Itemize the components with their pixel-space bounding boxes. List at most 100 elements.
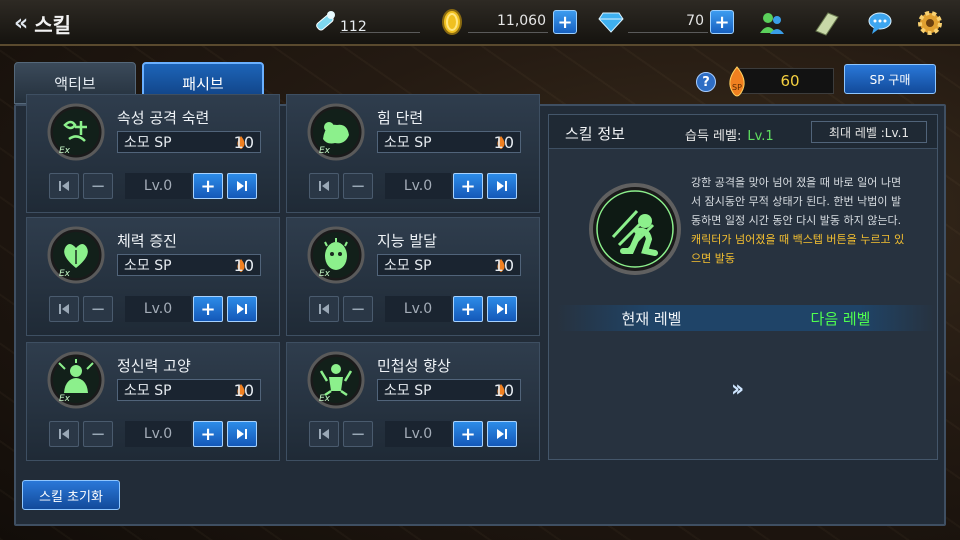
skill-card[interactable]: Ex 민첩성 향상소모 SP 10 − Lv.0 + (286, 342, 540, 461)
skill-description: 강한 공격을 맞아 넘어 졌을 때 바로 일어 나면 서 잠시동안 무적 상태가… (691, 173, 929, 268)
skill-cost-value: 10 (493, 380, 514, 400)
skill-icon: Ex (307, 103, 365, 161)
skill-name: 민첩성 향상 (377, 357, 451, 375)
level-min-button[interactable] (309, 296, 339, 322)
skill-cost-label: 소모 SP (384, 135, 432, 151)
level-decrease-button[interactable]: − (343, 173, 373, 199)
level-decrease-button[interactable]: − (83, 173, 113, 199)
level-max-button[interactable] (487, 421, 517, 447)
top-bar: « 스킬 112 11,060 + 70 + (0, 0, 960, 46)
skill-level: Lv.0 (125, 173, 191, 199)
skill-cost-value: 10 (233, 255, 254, 275)
desc-highlight-line: 캐릭터가 넘어졌을 때 백스텝 버튼을 누르고 있 (691, 233, 905, 246)
level-increase-button[interactable]: + (453, 296, 483, 322)
acquire-level-value: Lv.1 (747, 129, 774, 144)
skill-card[interactable]: Ex 체력 증진소모 SP 10 − Lv.0 + (26, 217, 280, 336)
next-level-label: 다음 레벨 (746, 305, 935, 331)
skill-icon: Ex (307, 226, 365, 284)
skill-cost-value: 10 (493, 255, 514, 275)
level-increase-button[interactable]: + (453, 173, 483, 199)
skill-icon: Ex (47, 226, 105, 284)
level-decrease-button[interactable]: − (343, 421, 373, 447)
gold-value: 11,060 (497, 13, 546, 29)
level-min-button[interactable] (49, 296, 79, 322)
acquire-level-label: 습득 레벨: (685, 129, 742, 144)
help-button[interactable]: ? (696, 72, 716, 92)
svg-text:Ex: Ex (59, 269, 71, 279)
skill-level: Lv.0 (385, 296, 451, 322)
gem-icon (598, 10, 624, 34)
skill-cost-label: 소모 SP (384, 383, 432, 399)
level-max-button[interactable] (487, 296, 517, 322)
level-min-button[interactable] (309, 421, 339, 447)
level-increase-button[interactable]: + (193, 421, 223, 447)
skill-name: 정신력 고양 (117, 357, 191, 375)
skill-cost-label: 소모 SP (384, 258, 432, 274)
skill-name: 지능 발달 (377, 232, 437, 250)
skill-cost-value: 10 (233, 132, 254, 152)
skill-cost: 소모 SP 10 (117, 254, 261, 276)
skill-card[interactable]: Ex 정신력 고양소모 SP 10 − Lv.0 + (26, 342, 280, 461)
buy-sp-button[interactable]: SP 구매 (844, 64, 936, 94)
skill-level: Lv.0 (385, 421, 451, 447)
skill-card[interactable]: Ex 지능 발달소모 SP 10 − Lv.0 + (286, 217, 540, 336)
sp-flame-icon: SP (725, 65, 749, 101)
level-max-button[interactable] (227, 296, 257, 322)
level-increase-button[interactable]: + (453, 421, 483, 447)
skill-cost: 소모 SP 10 (377, 254, 521, 276)
skill-icon: Ex (47, 351, 105, 409)
level-max-button[interactable] (227, 173, 257, 199)
level-max-button[interactable] (487, 173, 517, 199)
skill-level: Lv.0 (125, 421, 191, 447)
skill-reset-button[interactable]: 스킬 초기화 (22, 480, 120, 510)
back-button[interactable]: « 스킬 (14, 8, 71, 38)
level-decrease-button[interactable]: − (343, 296, 373, 322)
stamina-value: 112 (340, 19, 367, 35)
skill-card[interactable]: Ex 속성 공격 숙련소모 SP 10 − Lv.0 + (26, 94, 280, 213)
selected-skill-icon (587, 181, 683, 277)
skill-cost-value: 10 (493, 132, 514, 152)
skill-info-panel: 스킬 정보 습득 레벨: Lv.1 최대 레벨 :Lv.1 강한 공격을 맞아 넘… (548, 114, 938, 460)
skill-cost: 소모 SP 10 (377, 131, 521, 153)
stamina-icon (312, 8, 338, 34)
skill-card[interactable]: Ex 힘 단련 소모 SP 10 − Lv.0 + (286, 94, 540, 213)
svg-text:SP: SP (732, 83, 742, 92)
skill-level: Lv.0 (385, 173, 451, 199)
desc-line: 강한 공격을 맞아 넘어 졌을 때 바로 일어 나면 (691, 176, 902, 189)
skill-icon: Ex (307, 351, 365, 409)
level-min-button[interactable] (49, 173, 79, 199)
back-chevron-icon: « (14, 10, 28, 36)
skill-name: 속성 공격 숙련 (117, 109, 210, 127)
skill-cost-value: 10 (233, 380, 254, 400)
chat-icon[interactable] (866, 9, 894, 37)
double-chevron-right-icon: ›› (731, 377, 744, 402)
level-max-button[interactable] (227, 421, 257, 447)
notebook-icon[interactable] (812, 9, 840, 37)
gold-coin-icon (440, 8, 464, 36)
skill-icon: Ex (47, 103, 105, 161)
skill-cost-label: 소모 SP (124, 135, 172, 151)
desc-highlight-line: 으면 발동 (691, 252, 735, 265)
skill-name: 체력 증진 (117, 232, 177, 250)
level-min-button[interactable] (49, 421, 79, 447)
svg-text:Ex: Ex (319, 394, 331, 404)
level-min-button[interactable] (309, 173, 339, 199)
settings-gear-icon[interactable] (916, 9, 944, 37)
skill-level: Lv.0 (125, 296, 191, 322)
skill-cost: 소모 SP 10 (377, 379, 521, 401)
level-increase-button[interactable]: + (193, 296, 223, 322)
level-decrease-button[interactable]: − (83, 421, 113, 447)
gem-value: 70 (686, 13, 704, 29)
svg-text:Ex: Ex (59, 146, 71, 156)
level-increase-button[interactable]: + (193, 173, 223, 199)
sp-counter: SP 60 (729, 66, 834, 97)
friends-icon[interactable] (758, 9, 786, 37)
add-gem-button[interactable]: + (710, 10, 734, 34)
skill-cost-label: 소모 SP (124, 383, 172, 399)
svg-text:Ex: Ex (319, 146, 331, 156)
sp-value: 60 (780, 72, 800, 90)
level-decrease-button[interactable]: − (83, 296, 113, 322)
svg-text:Ex: Ex (319, 269, 331, 279)
skill-cost-label: 소모 SP (124, 258, 172, 274)
add-gold-button[interactable]: + (553, 10, 577, 34)
